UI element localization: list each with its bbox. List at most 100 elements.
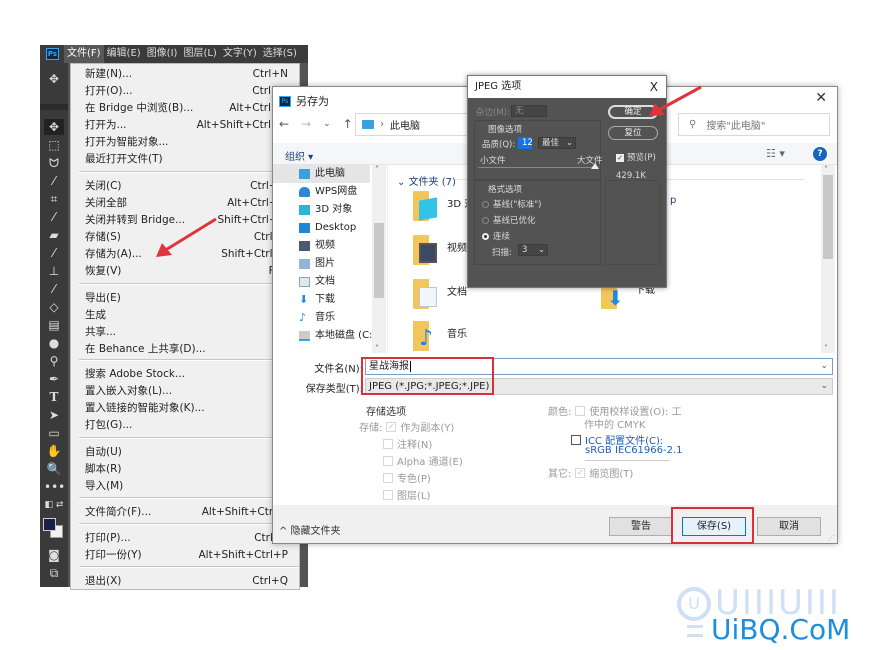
scroll-up-icon[interactable]: ˄ xyxy=(824,165,828,174)
warning-button[interactable]: 警告 xyxy=(609,517,673,536)
as-copy-checkbox[interactable]: ✓ xyxy=(386,421,397,432)
icc-checkbox[interactable] xyxy=(571,434,581,445)
files-scroll-thumb[interactable] xyxy=(823,175,833,259)
type-tool-icon[interactable]: T xyxy=(44,389,64,405)
view-options-icon[interactable]: ☷ ▾ xyxy=(766,147,785,160)
file-menu-item[interactable]: 在 Bridge 中浏览(B)... Alt+Ctrl+O xyxy=(85,100,299,117)
file-menu-item[interactable]: 打印一份(Y) Alt+Shift+Ctrl+P xyxy=(85,547,299,564)
resize-grip-icon[interactable]: ⋰ xyxy=(828,534,835,542)
nav-item-this-pc[interactable]: 此电脑 xyxy=(273,165,370,183)
nav-item-documents[interactable]: 文档 xyxy=(299,273,335,291)
screen-mode-icon[interactable]: ⧉ xyxy=(44,565,64,581)
file-menu-item[interactable]: 共享... xyxy=(85,324,299,341)
spot-checkbox[interactable] xyxy=(383,472,393,483)
matte-select[interactable]: 无 xyxy=(511,105,547,117)
proof-setup-checkbox[interactable] xyxy=(575,405,586,416)
quality-slider-knob[interactable] xyxy=(591,163,599,169)
move-options-icon[interactable]: ✥ xyxy=(44,71,64,87)
folder-3d-objects[interactable] xyxy=(413,191,439,221)
file-menu-item[interactable]: 存储为(A)... Shift+Ctrl+S xyxy=(85,246,299,263)
hide-folders-button[interactable]: ^ 隐藏文件夹 xyxy=(279,522,341,537)
alpha-checkbox[interactable] xyxy=(383,455,393,466)
preview-checkbox[interactable]: ✓ xyxy=(616,153,624,162)
menu-select[interactable]: 选择(S) xyxy=(260,45,300,63)
organize-button[interactable]: 组织 ▾ xyxy=(285,148,313,163)
menu-file[interactable]: 文件(F) xyxy=(64,45,104,63)
help-icon[interactable]: ? xyxy=(813,147,827,161)
eyedropper-tool-icon[interactable]: ⁄ xyxy=(44,209,64,225)
folder-label[interactable]: 音乐 xyxy=(447,325,467,340)
file-menu-item[interactable]: 在 Behance 上共享(D)... xyxy=(85,341,299,358)
pen-tool-icon[interactable]: ✒ xyxy=(44,371,64,387)
radio-progressive[interactable] xyxy=(482,233,489,240)
nav-item-local-disk[interactable]: 本地磁盘 (C:) xyxy=(299,327,376,345)
folder-videos[interactable] xyxy=(413,235,439,265)
eraser-tool-icon[interactable]: ◇ xyxy=(44,299,64,315)
scroll-down-icon[interactable]: ˅ xyxy=(375,344,379,353)
toolbar-grip[interactable] xyxy=(40,104,68,110)
file-menu-item[interactable]: 打开为... Alt+Shift+Ctrl+O xyxy=(85,117,299,134)
move-tool-icon[interactable]: ✥ xyxy=(44,119,64,135)
file-menu-item[interactable]: 最近打开文件(T) xyxy=(85,151,299,168)
file-menu-item[interactable]: 关闭全部 Alt+Ctrl+W xyxy=(85,195,299,212)
folder-music[interactable]: ♪ xyxy=(413,321,439,351)
layers-option[interactable]: 图层(L) xyxy=(383,487,430,502)
forward-arrow-icon[interactable]: → xyxy=(301,117,311,131)
history-brush-tool-icon[interactable]: ⁄ xyxy=(44,281,64,297)
preview-option[interactable]: ✓ 预览(P) xyxy=(616,151,656,163)
menu-layer[interactable]: 图层(L) xyxy=(180,45,219,63)
folder-documents[interactable] xyxy=(413,279,439,309)
folder-group-header[interactable]: ⌄ 文件夹 (7) xyxy=(397,173,456,188)
file-menu-item[interactable]: 存储(S) Ctrl+S xyxy=(85,229,299,246)
scroll-up-icon[interactable]: ˄ xyxy=(375,165,379,174)
nav-item-desktop[interactable]: Desktop xyxy=(299,219,356,237)
file-menu-item[interactable]: 脚本(R) xyxy=(85,461,299,478)
clone-stamp-tool-icon[interactable]: ⊥ xyxy=(44,263,64,279)
lasso-tool-icon[interactable]: ᗢ xyxy=(44,155,64,171)
progressive-option[interactable]: 连续 xyxy=(482,230,510,242)
notes-checkbox[interactable] xyxy=(383,438,393,449)
baseline-optimized-option[interactable]: 基线已优化 xyxy=(482,214,536,226)
files-scrollbar[interactable]: ˄ ˅ xyxy=(821,165,835,353)
quality-input[interactable]: 12 xyxy=(518,137,533,149)
jpeg-close-button[interactable]: X xyxy=(650,76,658,98)
file-menu-item[interactable]: 打开(O)... Ctrl+O xyxy=(85,83,299,100)
folder-label-desktop-partial[interactable]: p xyxy=(670,195,676,206)
radio-baseline-optimized[interactable] xyxy=(482,217,489,224)
radio-baseline-standard[interactable] xyxy=(482,201,489,208)
more-tools-icon[interactable]: ••• xyxy=(44,479,65,495)
folder-label[interactable]: 文档 xyxy=(447,283,467,298)
chevron-down-icon[interactable]: ⌄ xyxy=(820,379,828,394)
nav-item-downloads[interactable]: ⬇ 下载 xyxy=(299,291,335,309)
menu-type[interactable]: 文字(Y) xyxy=(220,45,260,63)
scans-select[interactable]: 3 ⌄ xyxy=(518,244,548,256)
layers-checkbox[interactable] xyxy=(383,489,393,500)
file-menu-item[interactable]: 自动(U) xyxy=(85,444,299,461)
nav-item-videos[interactable]: 视频 xyxy=(299,237,335,255)
file-menu-item[interactable]: 导入(M) xyxy=(85,478,299,495)
baseline-standard-option[interactable]: 基线("标准") xyxy=(482,198,541,210)
file-menu-item[interactable]: 搜索 Adobe Stock... xyxy=(85,366,299,383)
file-menu-item[interactable]: 文件简介(F)... Alt+Shift+Ctrl+I xyxy=(85,504,299,521)
cancel-button[interactable]: 取消 xyxy=(757,517,821,536)
reset-button[interactable]: 复位 xyxy=(608,126,658,140)
file-menu-item[interactable]: 关闭(C) Ctrl+W xyxy=(85,178,299,195)
healing-brush-tool-icon[interactable]: ▰ xyxy=(44,227,64,243)
file-menu-item[interactable]: 退出(X) Ctrl+Q xyxy=(85,573,299,590)
crop-tool-icon[interactable]: ⌗ xyxy=(44,191,64,207)
nav-scroll-thumb[interactable] xyxy=(374,223,384,298)
nav-item-pictures[interactable]: 图片 xyxy=(299,255,335,273)
nav-item-wps-cloud[interactable]: WPS网盘 xyxy=(299,183,357,201)
scroll-down-icon[interactable]: ˅ xyxy=(824,344,828,353)
file-menu-item[interactable]: 打包(G)... xyxy=(85,417,299,434)
spot-option[interactable]: 专色(P) xyxy=(383,470,431,485)
file-menu-item[interactable]: 置入链接的智能对象(K)... xyxy=(85,400,299,417)
foreground-color-swatch[interactable] xyxy=(43,518,56,531)
file-menu-item[interactable]: 新建(N)... Ctrl+N xyxy=(85,66,299,83)
brush-tool-icon[interactable]: ⁄ xyxy=(44,245,64,261)
thumbnail-checkbox[interactable]: ✓ xyxy=(575,467,586,478)
file-menu-item[interactable]: 恢复(V)F12 xyxy=(85,263,299,280)
swap-colors-icon[interactable]: ◧ ⇄ xyxy=(44,497,64,513)
up-arrow-icon[interactable]: ↑ xyxy=(343,117,353,131)
marquee-tool-icon[interactable]: ⬚ xyxy=(44,137,64,153)
